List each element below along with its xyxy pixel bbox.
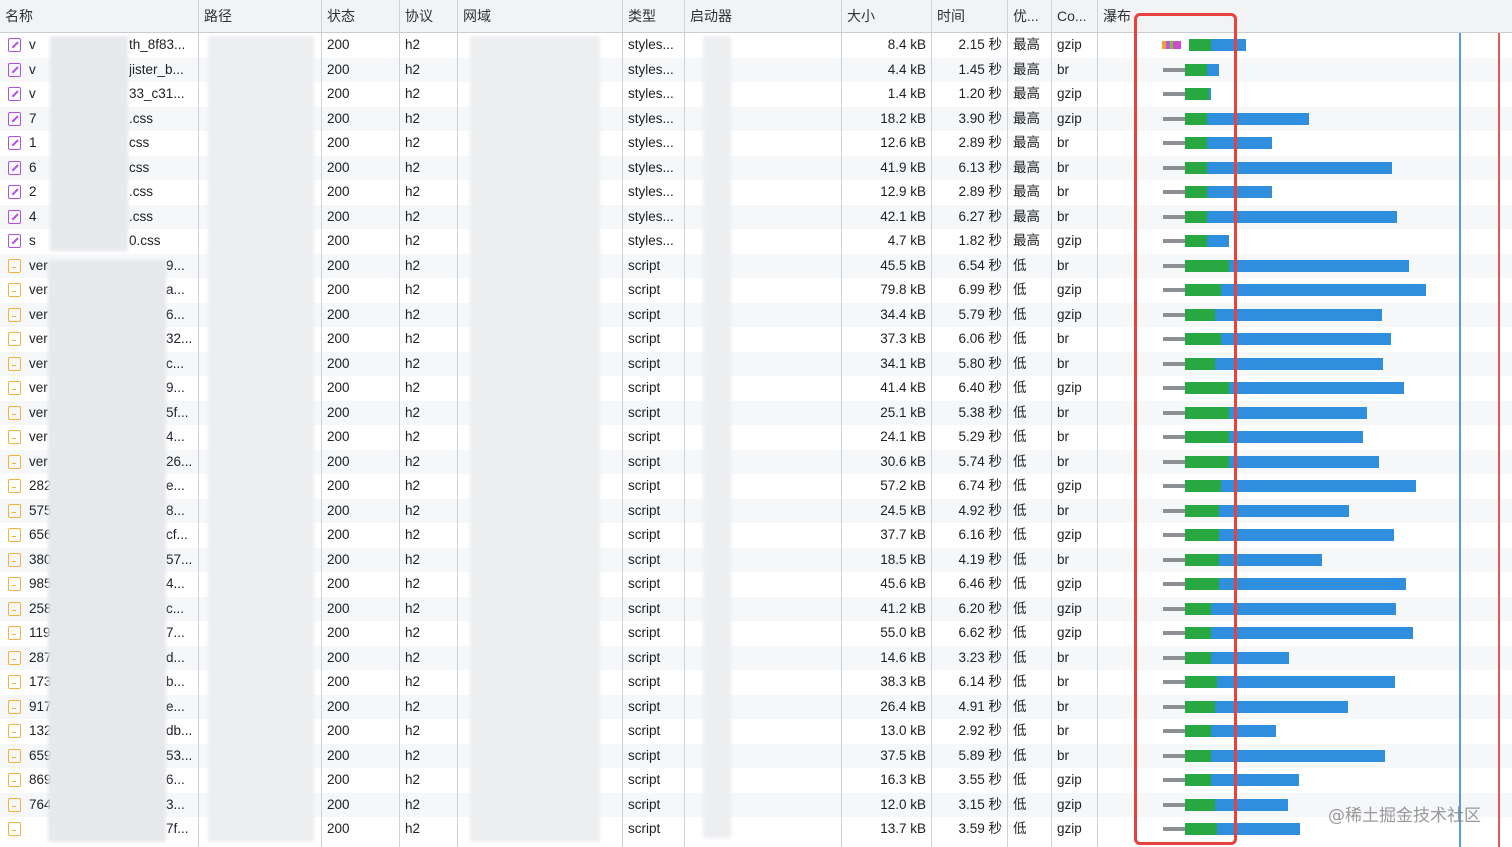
column-divider[interactable]	[457, 0, 458, 847]
column-header-size[interactable]: 大小	[842, 0, 931, 33]
column-header-content-encoding[interactable]: Co...	[1052, 0, 1097, 33]
network-requests-table: 名称 路径 状态 协议 网域 类型 启动器 大小 时间 优... Co... 瀑…	[0, 0, 1512, 847]
table-header: 名称 路径 状态 协议 网域 类型 启动器 大小 时间 优... Co... 瀑…	[0, 0, 1512, 33]
waterfall-download-phase	[1221, 480, 1416, 492]
column-header-type[interactable]: 类型	[623, 0, 684, 33]
redacted-path-region	[208, 36, 314, 842]
column-header-time[interactable]: 时间	[932, 0, 1007, 33]
waterfall-download-phase	[1211, 602, 1396, 615]
column-divider[interactable]	[841, 0, 842, 847]
redacted-initiator-region	[703, 36, 731, 838]
column-header-priority[interactable]: 优...	[1008, 0, 1051, 33]
column-header-protocol[interactable]: 协议	[400, 0, 457, 33]
waterfall-download-phase	[1211, 627, 1413, 639]
waterfall-download-phase	[1215, 357, 1383, 370]
column-divider[interactable]	[399, 0, 400, 847]
waterfall-download-phase	[1229, 406, 1367, 419]
column-header-domain[interactable]: 网域	[458, 0, 622, 33]
waterfall-download-phase	[1217, 676, 1395, 688]
waterfall-download-phase	[1215, 308, 1382, 321]
redacted-name-region	[48, 260, 166, 842]
waterfall-download-phase	[1229, 455, 1379, 468]
waterfall-download-phase	[1229, 259, 1409, 272]
column-divider[interactable]	[622, 0, 623, 847]
column-header-status[interactable]: 状态	[322, 0, 399, 33]
column-header-name[interactable]: 名称	[0, 0, 198, 33]
annotation-highlight-box	[1134, 13, 1237, 845]
column-header-initiator[interactable]: 启动器	[685, 0, 841, 33]
waterfall-download-phase	[1219, 578, 1406, 590]
waterfall-download-phase	[1229, 382, 1404, 394]
redacted-domain-region	[470, 36, 600, 842]
watermark: @稀土掘金技术社区	[1328, 806, 1481, 826]
waterfall-download-phase	[1221, 284, 1426, 296]
waterfall-download-phase	[1219, 504, 1349, 517]
waterfall-download-phase	[1229, 431, 1363, 443]
column-divider[interactable]	[684, 0, 685, 847]
waterfall-download-phase	[1221, 333, 1391, 345]
waterfall-download-phase	[1219, 529, 1394, 541]
column-divider[interactable]	[198, 0, 199, 847]
column-divider[interactable]	[1097, 0, 1098, 847]
waterfall-download-phase	[1211, 749, 1385, 762]
dom-content-loaded-line	[1459, 33, 1461, 847]
column-divider[interactable]	[931, 0, 932, 847]
load-event-line	[1498, 33, 1500, 847]
column-divider[interactable]	[1051, 0, 1052, 847]
column-divider[interactable]	[1007, 0, 1008, 847]
column-header-path[interactable]: 路径	[199, 0, 321, 33]
column-divider[interactable]	[321, 0, 322, 847]
redacted-name-region	[50, 36, 128, 251]
